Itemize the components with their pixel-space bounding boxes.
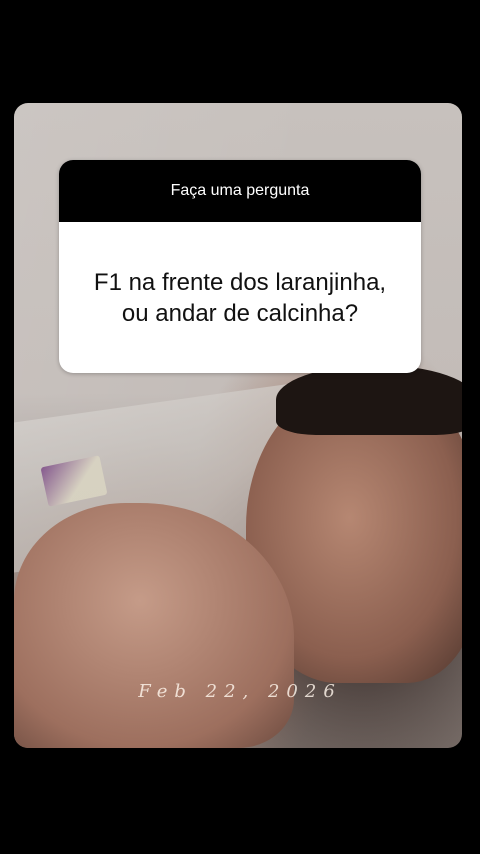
question-header: Faça uma pergunta [59,160,421,222]
question-header-label: Faça uma pergunta [170,182,310,199]
question-sticker[interactable]: Faça uma pergunta F1 na frente dos laran… [59,160,421,373]
date-stamp: Feb 22, 2026 [138,681,342,702]
question-body: F1 na frente dos laranjinha, ou andar de… [59,222,421,373]
question-text: F1 na frente dos laranjinha, ou andar de… [93,268,387,327]
person-hair [276,365,462,435]
